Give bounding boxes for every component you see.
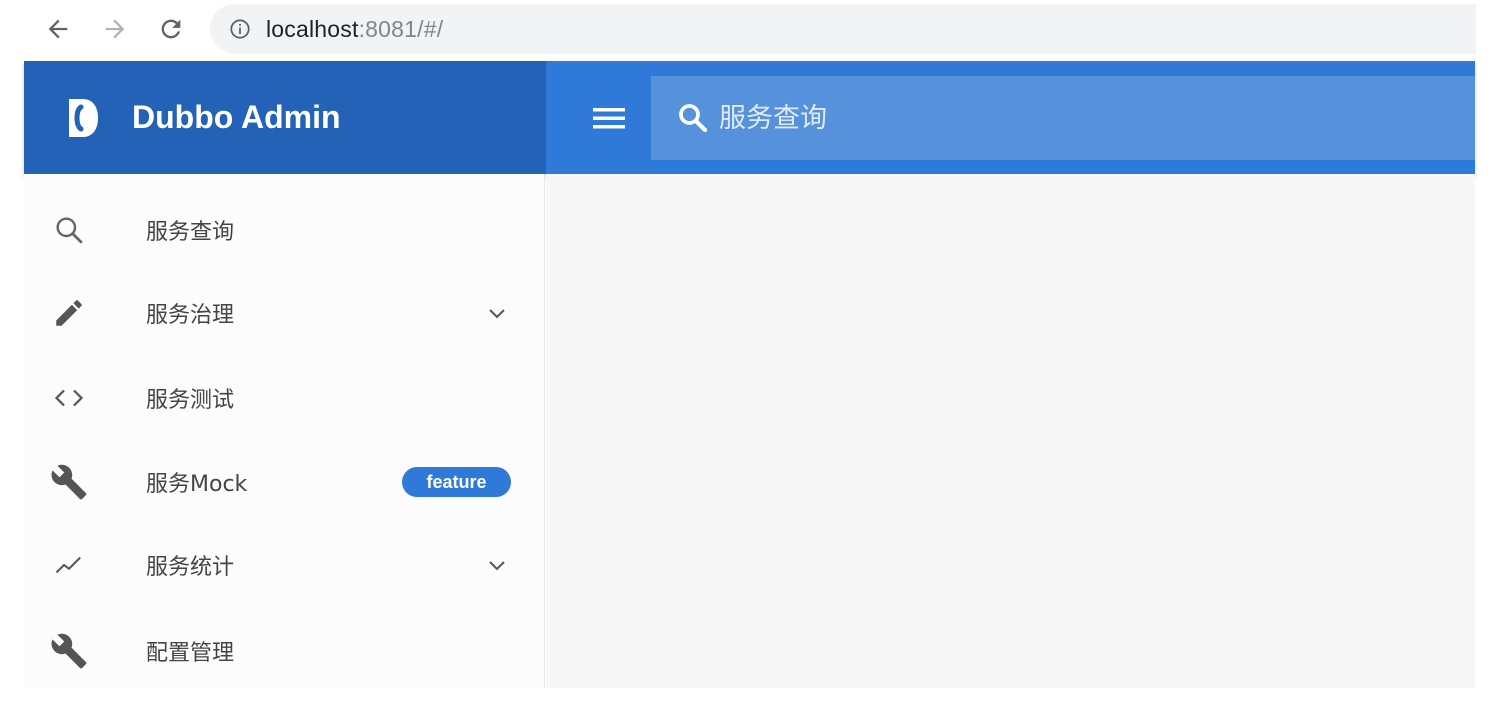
browser-toolbar: localhost:8081/#/ bbox=[0, 0, 1504, 58]
sidebar-item-label: 服务治理 bbox=[146, 303, 235, 328]
sidebar-item-label: 服务查询 bbox=[146, 220, 235, 245]
sidebar-item-label: 服务统计 bbox=[146, 555, 235, 580]
reload-icon bbox=[161, 19, 181, 39]
reload-button[interactable] bbox=[154, 12, 188, 46]
back-button[interactable] bbox=[41, 12, 75, 46]
url-text: localhost:8081/#/ bbox=[266, 16, 443, 43]
feature-badge: feature bbox=[402, 467, 511, 497]
main-content bbox=[546, 174, 1475, 688]
app-header: Dubbo Admin bbox=[24, 61, 1475, 174]
sidebar-item-label: 配置管理 bbox=[146, 641, 235, 666]
url-path: :8081/#/ bbox=[358, 15, 444, 42]
url-host: localhost bbox=[266, 15, 359, 42]
sidebar-item-service-governance[interactable]: 服务治理 bbox=[24, 273, 545, 353]
chevron-down-icon[interactable] bbox=[482, 298, 512, 328]
sidebar-item-config-management[interactable]: 配置管理 bbox=[24, 611, 545, 691]
arrow-left-icon bbox=[48, 19, 68, 39]
sidebar-item-label: 服务Mock bbox=[146, 472, 248, 497]
service-search-box[interactable] bbox=[651, 76, 1475, 160]
info-circle-icon[interactable] bbox=[228, 17, 252, 41]
hamburger-menu-icon bbox=[593, 108, 625, 129]
sidebar-item-service-statistics[interactable]: 服务统计 bbox=[24, 525, 545, 605]
dubbo-logo-icon bbox=[64, 97, 102, 139]
sidebar-item-label: 服务测试 bbox=[146, 388, 235, 413]
app-title: Dubbo Admin bbox=[132, 99, 341, 135]
sidebar-item-service-mock[interactable]: 服务Mock feature bbox=[24, 442, 545, 522]
menu-toggle-button[interactable] bbox=[586, 99, 632, 137]
address-bar[interactable]: localhost:8081/#/ bbox=[210, 4, 1476, 54]
arrow-right-icon bbox=[105, 19, 125, 39]
wrench-icon bbox=[48, 461, 90, 503]
brand[interactable]: Dubbo Admin bbox=[24, 61, 546, 174]
forward-button[interactable] bbox=[98, 12, 132, 46]
wrench-icon bbox=[48, 630, 90, 672]
sidebar: 服务查询 服务治理 服务测试 服务Mock feature 服务统计 配置管理 bbox=[24, 174, 545, 688]
sidebar-item-service-query[interactable]: 服务查询 bbox=[24, 190, 545, 270]
search-input[interactable] bbox=[719, 93, 1419, 143]
trending-line-icon bbox=[48, 544, 90, 586]
search-icon bbox=[675, 100, 711, 136]
code-icon bbox=[48, 377, 90, 419]
sidebar-item-service-test[interactable]: 服务测试 bbox=[24, 358, 545, 438]
chevron-down-icon[interactable] bbox=[482, 550, 512, 580]
search-icon bbox=[48, 209, 90, 251]
pencil-icon bbox=[48, 292, 90, 334]
